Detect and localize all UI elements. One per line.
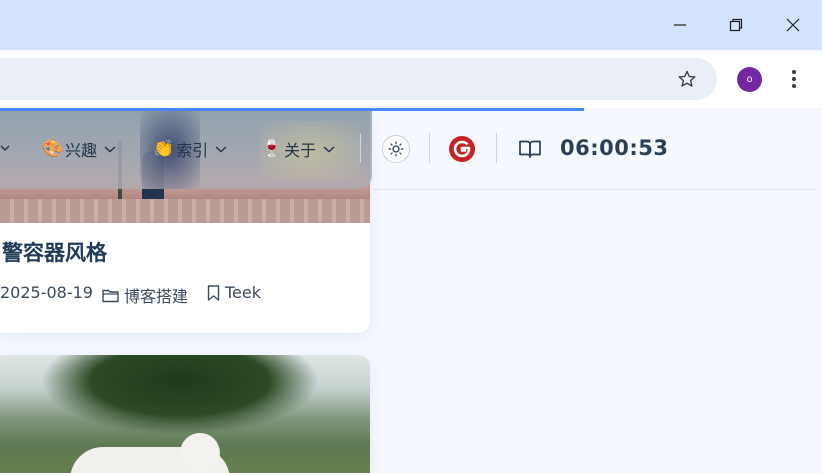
- site-navbar: 🎨 兴趣 👏 索引 🍷 关于 06:00:53: [0, 111, 822, 190]
- theme-toggle-button[interactable]: [382, 135, 410, 163]
- post-cover-image[interactable]: [0, 355, 370, 473]
- nav-item-about[interactable]: 🍷 关于: [261, 137, 335, 161]
- clapping-hands-icon: 👏: [153, 139, 175, 159]
- window-titlebar: [0, 0, 822, 50]
- nav-item-label: 索引: [176, 141, 209, 160]
- post-tag-text: Teek: [225, 283, 262, 302]
- chevron-down-icon: [215, 146, 227, 153]
- browser-toolbar: o: [0, 50, 822, 108]
- nav-item-interest[interactable]: 🎨 兴趣: [42, 137, 116, 161]
- post-category[interactable]: 博客搭建: [102, 283, 188, 307]
- palette-icon: 🎨: [42, 139, 64, 159]
- minimize-button[interactable]: [652, 0, 708, 50]
- nav-item-index[interactable]: 👏 索引: [153, 137, 227, 161]
- chevron-down-icon: [323, 146, 335, 153]
- g-logo-link[interactable]: [449, 136, 475, 162]
- close-icon: [786, 18, 800, 32]
- browser-menu-button[interactable]: [784, 65, 804, 93]
- chevron-down-icon: [104, 146, 116, 153]
- minimize-icon: [674, 24, 686, 26]
- sun-icon: [388, 141, 404, 157]
- post-card-2[interactable]: [0, 355, 370, 473]
- nav-item-label: 兴趣: [65, 141, 98, 160]
- kebab-menu-icon: [792, 70, 796, 88]
- post-tag[interactable]: Teek: [207, 283, 261, 302]
- nav-separator: [496, 133, 497, 163]
- profile-avatar[interactable]: o: [737, 67, 762, 92]
- nav-separator: [429, 133, 430, 163]
- post-category-text: 博客搭建: [124, 287, 189, 306]
- folder-icon: [102, 289, 119, 302]
- book-icon: [519, 140, 541, 158]
- post-title[interactable]: 警容器风格: [2, 237, 107, 267]
- bookmark-icon: [207, 284, 220, 301]
- post-date-text: 2025-08-19: [0, 283, 93, 302]
- restore-icon: [729, 18, 743, 32]
- page-content: 警容器风格 2025-08-19 博客搭建 Teek 🎨 兴趣 👏 索引 🍷 关…: [0, 111, 822, 473]
- read-mode-button[interactable]: [517, 138, 543, 160]
- wine-glass-icon: 🍷: [261, 139, 283, 159]
- close-window-button[interactable]: [765, 0, 821, 50]
- post-date: 2025-08-19: [0, 283, 93, 302]
- address-bar[interactable]: [0, 58, 717, 100]
- nav-separator: [360, 133, 361, 163]
- clock-display: 06:00:53: [560, 136, 669, 160]
- nav-item-label: 关于: [284, 141, 317, 160]
- star-icon: [678, 70, 696, 87]
- restore-button[interactable]: [708, 0, 764, 50]
- bookmark-button[interactable]: [672, 67, 702, 91]
- chevron-down-icon[interactable]: [0, 144, 10, 152]
- g-logo-icon: [453, 140, 471, 158]
- navbar-divider: [372, 189, 817, 190]
